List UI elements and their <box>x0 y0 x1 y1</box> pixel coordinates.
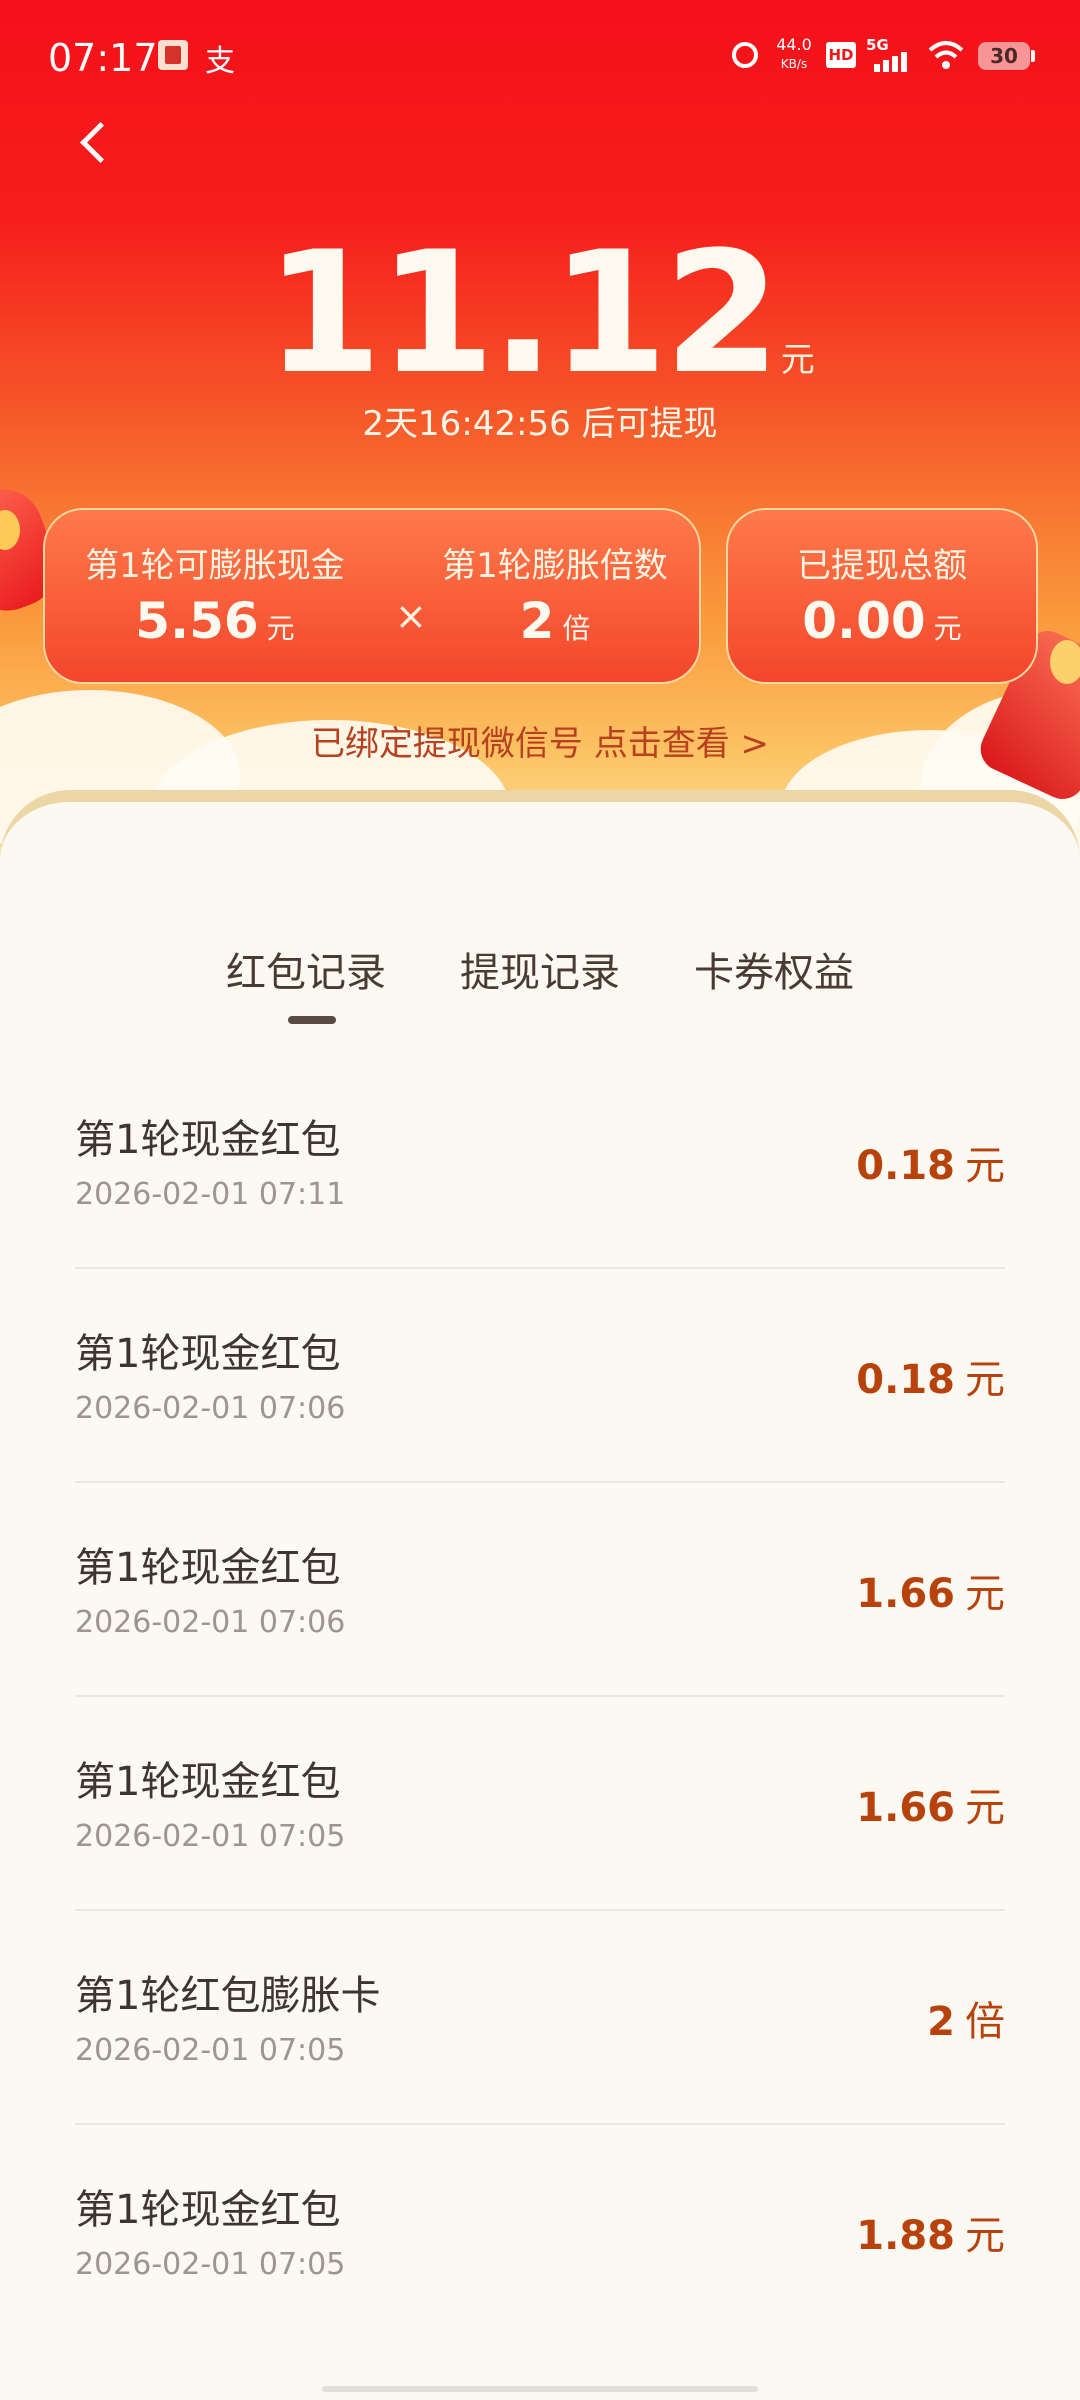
record-unit: 元 <box>965 1143 1005 1189</box>
list-item[interactable]: 第1轮现金红包 2026-02-01 07:11 0.18 元 <box>75 1055 1005 1269</box>
tab-active-indicator <box>288 1016 336 1024</box>
multiplier-value: 2倍 <box>405 592 705 650</box>
record-unit: 元 <box>965 2213 1005 2259</box>
wechat-bound-link[interactable]: 已绑定提现微信号 点击查看 > <box>0 716 1080 765</box>
hd-icon: HD <box>826 42 856 68</box>
alarm-icon <box>732 42 758 68</box>
record-unit: 元 <box>965 1571 1005 1617</box>
record-date: 2026-02-01 07:11 <box>75 1177 346 1212</box>
balance-value: 11.12 <box>265 215 780 411</box>
list-item[interactable]: 第1轮现金红包 2026-02-01 07:06 0.18 元 <box>75 1269 1005 1483</box>
record-value: 0.18 元 <box>856 1133 1005 1191</box>
net-speed: 44.0 KB/s <box>772 36 816 73</box>
record-date: 2026-02-01 07:05 <box>75 2247 346 2282</box>
hero-bottom-curve <box>0 790 1080 870</box>
withdrawn-amount: 0.00 <box>802 592 926 650</box>
withdrawn-card: 已提现总额 0.00 元 <box>726 508 1038 684</box>
record-date: 2026-02-01 07:05 <box>75 2033 346 2068</box>
record-title: 第1轮现金红包 <box>75 1545 341 1591</box>
multiplier-amount: 2 <box>519 592 555 650</box>
withdraw-countdown: 2天16:42:56 后可提现 <box>362 404 718 444</box>
record-title: 第1轮现金红包 <box>75 1331 341 1377</box>
wifi-icon <box>928 41 964 69</box>
tab-redpacket-records[interactable]: 红包记录 <box>216 940 396 998</box>
multiplier-unit: 倍 <box>562 612 591 645</box>
chevron-left-icon <box>79 121 122 164</box>
withdrawn-unit: 元 <box>933 612 962 645</box>
tab-coupon-benefits[interactable]: 卡券权益 <box>684 940 864 998</box>
record-value: 2倍 <box>927 1989 1005 2047</box>
notification-app-icon <box>158 40 188 70</box>
record-unit: 元 <box>965 1785 1005 1831</box>
multiplier-label: 第1轮膨胀倍数 <box>442 546 668 586</box>
list-item[interactable]: 第1轮现金红包 2026-02-01 07:05 1.88 元 <box>75 2125 1005 2337</box>
record-title: 第1轮现金红包 <box>75 2187 341 2233</box>
record-amount: 0.18 <box>856 1143 955 1189</box>
list-item[interactable]: 第1轮红包膨胀卡 2026-02-01 07:05 2倍 <box>75 1911 1005 2125</box>
net-speed-unit: KB/s <box>780 57 808 71</box>
list-item[interactable]: 第1轮现金红包 2026-02-01 07:06 1.66 元 <box>75 1483 1005 1697</box>
status-time: 07:17 <box>48 36 158 80</box>
list-item[interactable]: 第1轮现金红包 2026-02-01 07:05 1.66 元 <box>75 1697 1005 1911</box>
tab-withdraw-records[interactable]: 提现记录 <box>450 940 630 998</box>
battery-icon: 30 <box>978 42 1030 70</box>
withdrawn-label: 已提现总额 <box>797 546 967 586</box>
expand-cash-unit: 元 <box>266 612 295 645</box>
expansion-card: 第1轮可膨胀现金 5.56 元 × 第1轮膨胀倍数 2倍 <box>43 508 701 684</box>
back-button[interactable] <box>72 118 122 168</box>
expand-cash-label: 第1轮可膨胀现金 <box>85 546 345 586</box>
balance-amount: 11.12 元 <box>0 215 1080 411</box>
record-unit: 倍 <box>965 1999 1005 2045</box>
battery-tip <box>1031 50 1035 62</box>
record-value: 1.66 元 <box>856 1775 1005 1833</box>
record-title: 第1轮现金红包 <box>75 1117 341 1163</box>
record-title: 第1轮红包膨胀卡 <box>75 1973 381 2019</box>
net-speed-value: 44.0 <box>776 35 812 54</box>
alipay-icon: 支 <box>205 44 235 79</box>
record-amount: 0.18 <box>856 1357 955 1403</box>
record-date: 2026-02-01 07:05 <box>75 1819 346 1854</box>
record-date: 2026-02-01 07:06 <box>75 1605 346 1640</box>
home-indicator[interactable] <box>322 2386 758 2392</box>
record-value: 1.66 元 <box>856 1561 1005 1619</box>
withdrawn-value: 0.00 元 <box>728 592 1036 650</box>
record-list: 第1轮现金红包 2026-02-01 07:11 0.18 元 第1轮现金红包 2… <box>75 1055 1005 2337</box>
expand-cash-value: 5.56 元 <box>45 592 385 650</box>
coin-decoration <box>1050 640 1080 684</box>
record-amount: 1.66 <box>856 1785 955 1831</box>
record-value: 1.88 元 <box>856 2203 1005 2261</box>
record-title: 第1轮现金红包 <box>75 1759 341 1805</box>
signal-icon: 5G <box>866 36 912 72</box>
signal-label: 5G <box>866 36 889 54</box>
balance-unit: 元 <box>780 340 815 380</box>
expand-cash-amount: 5.56 <box>135 592 259 650</box>
record-amount: 2 <box>927 1999 955 2045</box>
status-bar: 07:17 支 44.0 KB/s HD 5G 30 <box>0 0 1080 115</box>
record-tabs: 红包记录 提现记录 卡券权益 <box>0 940 1080 1020</box>
record-amount: 1.66 <box>856 1571 955 1617</box>
record-unit: 元 <box>965 1357 1005 1403</box>
record-amount: 1.88 <box>856 2213 955 2259</box>
record-value: 0.18 元 <box>856 1347 1005 1405</box>
record-date: 2026-02-01 07:06 <box>75 1391 346 1426</box>
